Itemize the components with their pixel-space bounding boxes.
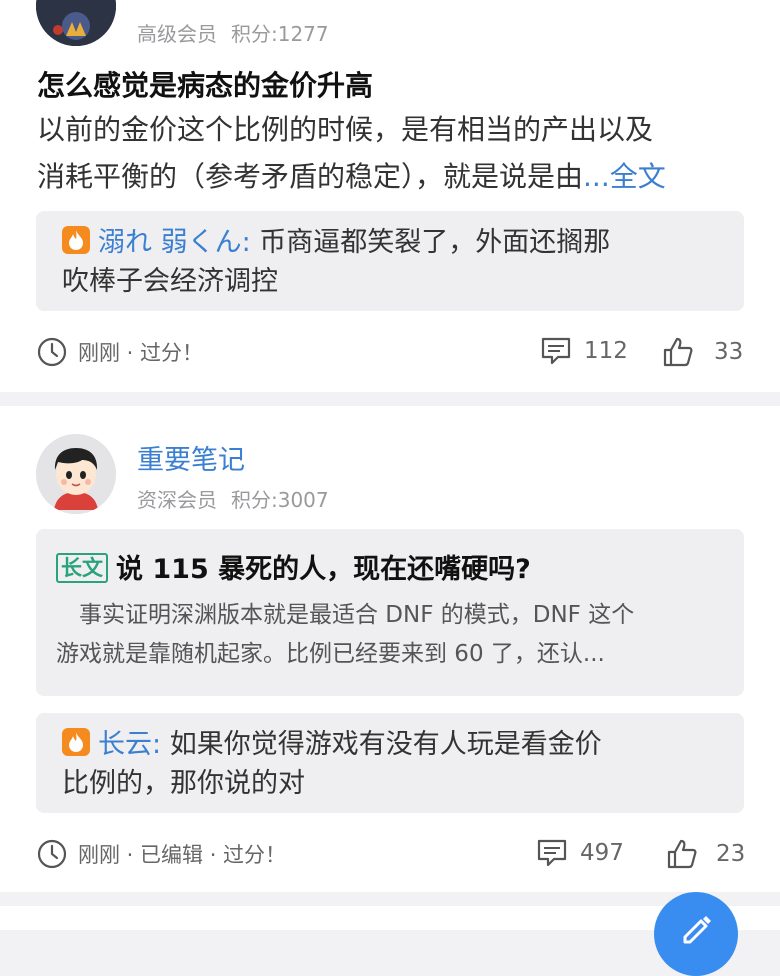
- points: 积分:1277: [231, 22, 329, 46]
- long-article-tag: 长文: [56, 553, 108, 583]
- avatar-image: [36, 434, 116, 514]
- comment-user[interactable]: 溺れ 弱くん:: [98, 227, 251, 258]
- article-title: 长文说 115 暴死的人，现在还嘴硬吗?: [36, 529, 744, 586]
- time-info: 刚刚 · 过分！: [36, 336, 203, 368]
- top-comment[interactable]: 长云: 如果你觉得游戏有没有人玩是看金价比例的，那你说的对: [36, 713, 744, 813]
- article-preview[interactable]: 长文说 115 暴死的人，现在还嘴硬吗? 事实证明深渊版本就是最适合 DNF 的…: [36, 529, 744, 696]
- comment-text: 比例的，那你说的对: [62, 768, 305, 799]
- compose-button[interactable]: [654, 892, 738, 976]
- article-excerpt: 事实证明深渊版本就是最适合 DNF 的模式，DNF 这个 游戏就是靠随机起家。比…: [36, 586, 744, 674]
- post-card-1[interactable]: 高级会员 积分:1277 怎么感觉是病态的金价升高 以前的金价这个比例的时候，是有…: [0, 0, 780, 392]
- comment-icon: [537, 839, 567, 867]
- article-excerpt-line: 事实证明深渊版本就是最适合 DNF 的模式，DNF 这个: [56, 602, 635, 628]
- avatar-image: [36, 0, 116, 46]
- time-text: 刚刚 · 过分！: [78, 341, 204, 365]
- like-button[interactable]: 33: [662, 336, 743, 368]
- points: 积分:3007: [231, 488, 329, 512]
- username[interactable]: 重要笔记: [137, 438, 245, 477]
- post-footer: 刚刚 · 已编辑 · 过分！ 497 23: [36, 838, 745, 872]
- thumbs-up-icon: [667, 839, 697, 869]
- clock-icon: [37, 839, 67, 869]
- comment-text: 吹棒子会经济调控: [62, 266, 278, 297]
- post-body-line: 消耗平衡的（参考矛盾的稳定），就是说是由...全文: [37, 153, 747, 200]
- comment-icon: [541, 337, 571, 365]
- full-text-link[interactable]: ...全文: [583, 160, 666, 193]
- fire-icon: [62, 226, 90, 254]
- comment-count: 112: [584, 338, 628, 364]
- top-comment[interactable]: 溺れ 弱くん: 币商逼都笑裂了，外面还搁那吹棒子会经济调控: [36, 211, 744, 311]
- time-text: 刚刚 · 已编辑 · 过分！: [78, 843, 287, 867]
- comment-text: 如果你觉得游戏有没有人玩是看金价: [161, 729, 602, 760]
- like-count: 33: [714, 339, 744, 365]
- member-level: 资深会员: [137, 488, 217, 512]
- post-card-2[interactable]: 重要笔记 资深会员 积分:3007 长文说 115 暴死的人，现在还嘴硬吗? 事实…: [0, 406, 780, 892]
- post-title[interactable]: 怎么感觉是病态的金价升高: [37, 64, 373, 104]
- comment-user[interactable]: 长云:: [98, 729, 161, 760]
- edit-icon: [683, 916, 711, 944]
- member-info: 高级会员 积分:1277: [137, 18, 329, 47]
- avatar[interactable]: [36, 0, 116, 46]
- like-button[interactable]: 23: [666, 838, 745, 870]
- avatar[interactable]: [36, 434, 116, 514]
- article-title-text: 说 115 暴死的人，现在还嘴硬吗?: [116, 554, 531, 585]
- post-footer: 刚刚 · 过分！ 112 33: [36, 336, 744, 370]
- post-body-line: 以前的金价这个比例的时候，是有相当的产出以及: [37, 113, 654, 146]
- comment-text: 币商逼都笑裂了，外面还搁那: [250, 227, 611, 258]
- comment-count: 497: [580, 840, 624, 866]
- post-body-text: 消耗平衡的（参考矛盾的稳定），就是说是由: [37, 160, 584, 193]
- comment-button[interactable]: 112: [540, 336, 628, 366]
- thumbs-up-icon: [663, 337, 693, 367]
- time-info: 刚刚 · 已编辑 · 过分！: [36, 838, 286, 870]
- fire-icon: [62, 728, 90, 756]
- member-level: 高级会员: [137, 22, 217, 46]
- clock-icon: [37, 337, 67, 367]
- like-count: 23: [716, 841, 746, 867]
- post-body[interactable]: 以前的金价这个比例的时候，是有相当的产出以及 消耗平衡的（参考矛盾的稳定），就是…: [37, 106, 747, 200]
- comment-button[interactable]: 497: [536, 838, 624, 868]
- article-excerpt-line: 游戏就是靠随机起家。比例已经要来到 60 了，还认...: [56, 641, 605, 667]
- member-info: 资深会员 积分:3007: [137, 484, 329, 513]
